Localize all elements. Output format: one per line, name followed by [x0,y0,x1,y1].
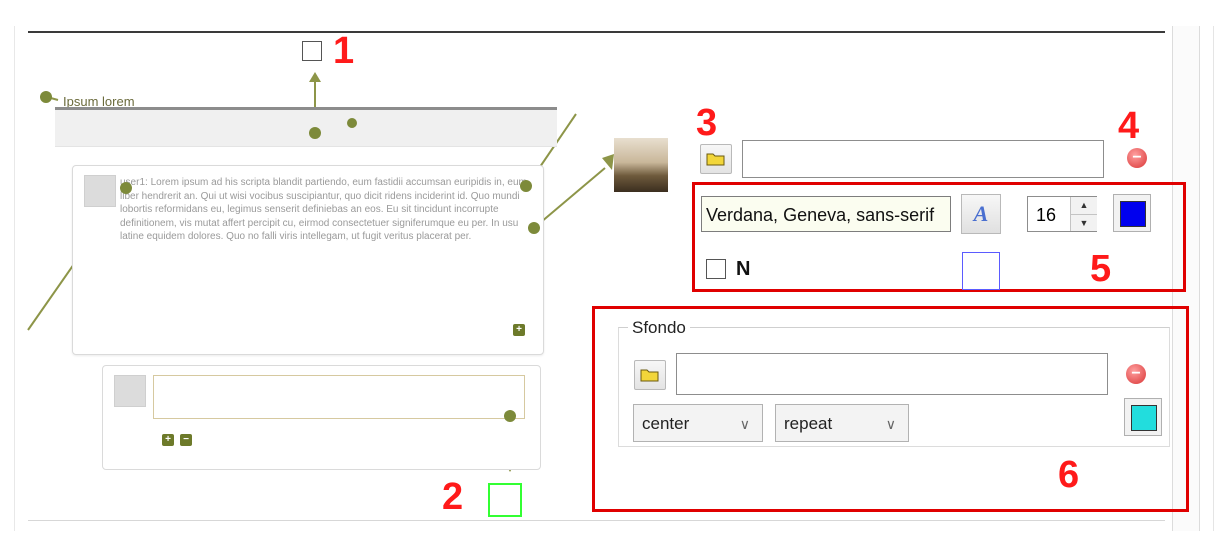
font-family-field[interactable]: Verdana, Geneva, sans-serif [701,196,951,232]
callout-4: 4 [1118,105,1140,147]
border-color-picker[interactable] [962,252,1000,290]
anchor-dot [520,180,532,192]
hotspot-1-checkbox[interactable] [302,41,322,61]
add-button[interactable]: + [162,434,174,446]
hotspot-2-box[interactable] [488,483,522,517]
background-legend: Sfondo [628,318,690,338]
bold-label: N [736,258,751,280]
image-thumbnail [614,138,668,192]
callout-1: 1 [333,30,355,72]
bold-checkbox[interactable] [706,259,726,279]
spin-up-icon[interactable]: ▲ [1071,197,1097,215]
chevron-down-icon: ∨ [885,416,896,432]
remove-image-icon[interactable]: − [1127,148,1147,168]
expand-button[interactable]: + [513,324,525,336]
background-position-select[interactable]: center ∨ [633,404,763,442]
folder-open-icon[interactable] [700,144,732,174]
text-color-swatch [1120,201,1146,227]
preview-header-band [55,110,557,147]
post-avatar [84,175,116,207]
anchor-dot [120,182,132,194]
anchor-dot [309,127,321,139]
folder-open-icon[interactable] [634,360,666,390]
background-color-swatch [1131,405,1157,431]
callout-5: 5 [1090,248,1112,290]
anchor-dot [528,222,540,234]
spin-down-icon[interactable]: ▼ [1071,215,1097,231]
font-style-button[interactable]: A [961,194,1001,234]
remove-button[interactable]: − [180,434,192,446]
callout-3: 3 [696,102,718,144]
remove-background-icon[interactable]: − [1126,364,1146,384]
image-path-input[interactable] [742,140,1104,178]
background-repeat-select[interactable]: repeat ∨ [775,404,909,442]
font-size-stepper[interactable]: ▲ ▼ [1070,197,1097,231]
text-color-picker[interactable] [1113,194,1151,232]
background-repeat-value: repeat [784,414,833,433]
callout-6: 6 [1058,454,1080,496]
anchor-dot [347,118,357,128]
reply-input[interactable] [153,375,525,419]
post-text: user1: Lorem ipsum ad his scripta blandi… [120,177,527,242]
chevron-down-icon: ∨ [739,416,750,432]
anchor-dot [504,410,516,422]
callout-2: 2 [442,476,464,518]
background-color-picker[interactable] [1124,398,1162,436]
reply-avatar [114,375,146,407]
anchor-dot [40,91,52,103]
background-position-value: center [642,414,690,433]
background-path-input[interactable] [676,353,1108,395]
